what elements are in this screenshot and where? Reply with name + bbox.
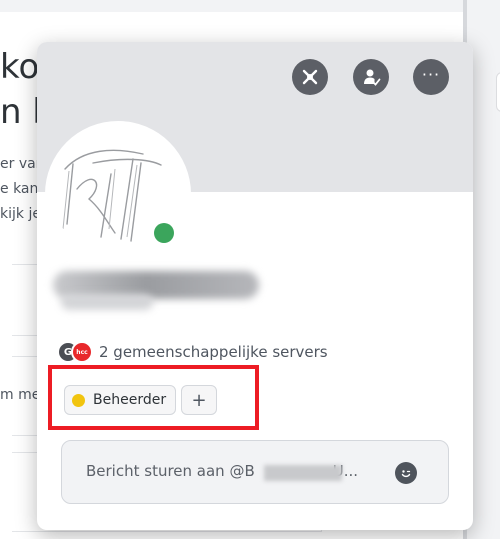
smile-icon: [401, 470, 411, 478]
emoji-button[interactable]: [395, 462, 417, 484]
status-dot-fill: [154, 223, 174, 243]
blurred-username-in-placeholder: [264, 465, 342, 481]
more-icon: ···: [421, 65, 441, 84]
message-input[interactable]: Bericht sturen aan @B U...: [61, 440, 449, 504]
right-panel-card: [496, 72, 500, 112]
role-color-dot: [72, 393, 85, 407]
add-friend-button[interactable]: [353, 59, 389, 95]
online-status-indicator: [149, 218, 179, 248]
roles-list: Beheerder +: [64, 385, 218, 415]
avatar-frame: [45, 121, 191, 267]
message-placeholder-prefix: Bericht sturen aan @B: [86, 462, 255, 480]
mute-user-button[interactable]: [292, 59, 328, 95]
plus-icon: +: [191, 389, 207, 411]
add-person-icon: [364, 69, 381, 86]
user-profile-popout: ··· G hcc 2 gemeenschappelijke servers B…: [37, 42, 473, 530]
server-icon-label: hcc: [76, 348, 88, 356]
no-mic-icon: [302, 69, 318, 85]
mutual-servers-link[interactable]: G hcc 2 gemeenschappelijke servers: [57, 340, 328, 364]
background-top-strip: [0, 0, 466, 12]
server-icon: hcc: [71, 341, 93, 363]
more-options-button[interactable]: ···: [413, 59, 449, 95]
add-role-button[interactable]: +: [181, 385, 218, 415]
role-label: Beheerder: [93, 392, 167, 408]
role-pill-beheerder[interactable]: Beheerder: [64, 385, 177, 415]
mutual-servers-label: 2 gemeenschappelijke servers: [99, 343, 328, 361]
blurred-tag: [61, 294, 153, 310]
